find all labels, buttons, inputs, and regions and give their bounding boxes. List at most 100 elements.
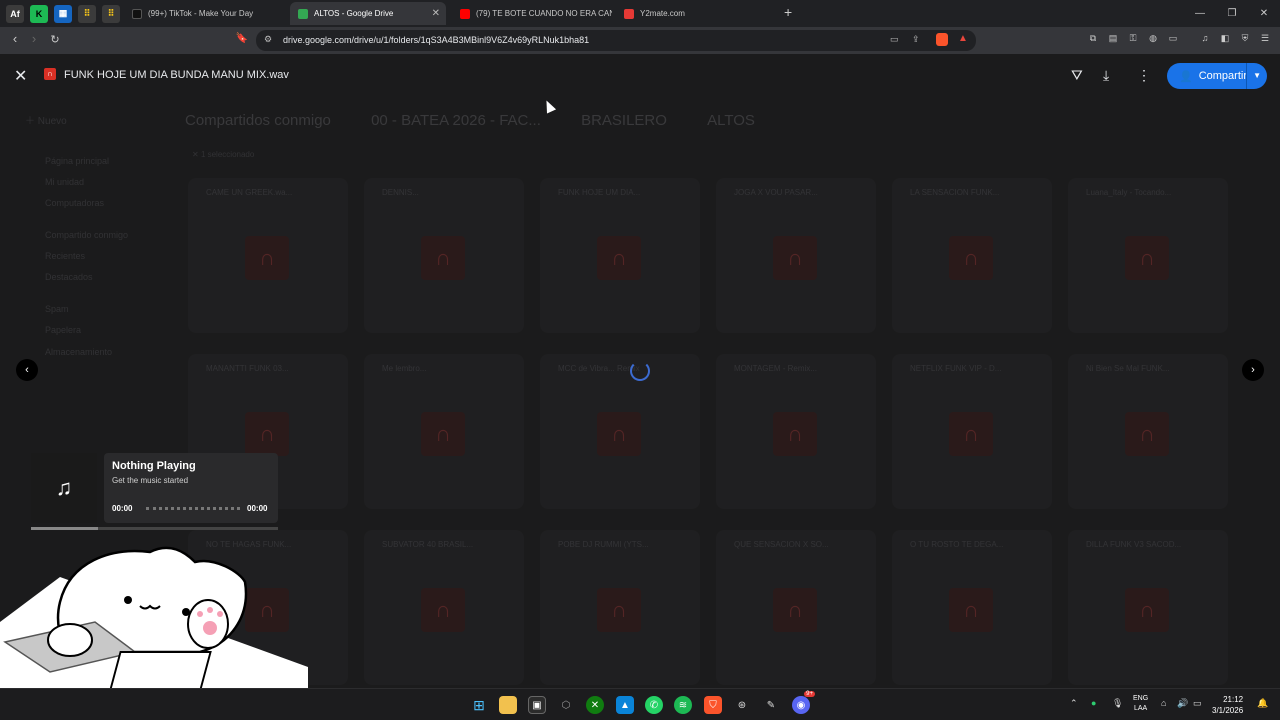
file-card: SUBVATOR 40 BRASIL... ∩ [364, 530, 524, 685]
headphones-icon: ∩ [245, 412, 289, 456]
screen-icon[interactable]: ▭ [1167, 33, 1179, 45]
site-info-icon[interactable]: ⚙ [264, 34, 272, 45]
back-icon[interactable]: ‹ [5, 31, 25, 46]
share-page-icon[interactable]: ⇪ [912, 34, 920, 45]
brave-icon[interactable]: ⛉ [704, 696, 722, 714]
maximize-icon[interactable]: ❐ [1216, 0, 1248, 27]
pinned-tab-ae[interactable]: Af [6, 4, 24, 23]
more-options-icon[interactable]: ⋮ [1137, 67, 1151, 84]
tray-chevron-icon[interactable]: ⌃ [1070, 698, 1078, 709]
bookmark-icon[interactable]: 🔖 [232, 33, 252, 44]
window-close-icon[interactable]: ✕ [1248, 0, 1280, 27]
new-tab-button[interactable]: + [784, 4, 792, 20]
file-card: QUE SENSACION X SO... ∩ [716, 530, 876, 685]
tab-google-drive[interactable]: ALTOS - Google Drive ✕ [290, 2, 446, 25]
whatsapp-icon[interactable]: ✆ [645, 696, 663, 714]
close-tab-icon[interactable]: ✕ [432, 8, 440, 19]
menu-icon[interactable]: ☰ [1259, 33, 1271, 45]
store-icon[interactable]: ▣ [528, 696, 546, 714]
reload-icon[interactable]: ↻ [45, 33, 65, 46]
previous-file-icon[interactable]: ‹ [16, 359, 38, 381]
discord-icon[interactable]: ◉ 9+ [792, 691, 815, 714]
next-file-icon[interactable]: › [1242, 359, 1264, 381]
file-card: FUNK HOJE UM DIA... ∩ [540, 178, 700, 333]
media-icon[interactable]: ♫ [1199, 33, 1211, 45]
music-widget-panel: Nothing Playing Get the music started 00… [104, 453, 278, 523]
chevron-down-icon[interactable]: ▼ [1253, 71, 1261, 80]
brave-rewards-icon[interactable]: ▲ [958, 33, 968, 44]
extensions-icon[interactable]: ⧉ [1087, 33, 1099, 45]
network-icon[interactable]: ⌂ [1161, 698, 1166, 708]
system-clock[interactable]: 21:12 3/1/2026 [1212, 694, 1243, 716]
file-card-name: MCC de Vibra... Remix [558, 364, 640, 373]
file-card-name: JOGA X VOU PASAR... [734, 188, 818, 197]
cast-icon[interactable]: ▭ [890, 34, 899, 45]
tray-status-icon[interactable]: ● [1091, 698, 1096, 708]
add-to-drive-icon[interactable]: ⛛ [1071, 67, 1083, 84]
tab-y2mate[interactable]: Y2mate.com [616, 2, 780, 25]
share-button[interactable]: 👤 Compartir ▼ [1167, 63, 1267, 89]
file-card: NETFLIX FUNK VIP - D... ∩ [892, 354, 1052, 509]
windows-start-icon[interactable]: ⊞ [470, 696, 488, 714]
tiktok-icon [132, 8, 142, 19]
tab-label: ALTOS - Google Drive [314, 9, 394, 18]
file-card-name: DILLA FUNK V3 SACOD... [1086, 540, 1182, 549]
vpn-icon[interactable]: ◍ [1147, 33, 1159, 45]
minimize-icon[interactable]: — [1184, 0, 1216, 27]
settings-icon[interactable]: ⬡ [557, 696, 575, 714]
volume-bar[interactable] [31, 527, 278, 530]
volume-icon[interactable]: 🔊 [1177, 698, 1188, 709]
file-card-name: LA SENSACION FUNK... [910, 188, 1000, 197]
tab-tiktok[interactable]: (99+) TikTok - Make Your Day [124, 2, 288, 25]
sidebar-item: Computadoras [45, 198, 105, 208]
headphones-icon: ∩ [1125, 236, 1169, 280]
share-split [1246, 63, 1247, 89]
forward-icon[interactable]: › [24, 31, 44, 46]
pinned-tabs: Af K ▦ ⠿ ⠿ [0, 4, 120, 23]
y2mate-icon [624, 8, 634, 19]
app-icon[interactable]: ⊛ [733, 696, 751, 714]
url-text[interactable]: drive.google.com/drive/u/1/folders/1qS3A… [283, 35, 589, 45]
brave-shields-icon[interactable] [936, 33, 948, 46]
file-card-name: QUE SENSACION X SO... [734, 540, 829, 549]
key-icon[interactable]: ⚿ [1127, 33, 1139, 45]
pinned-tab-k[interactable]: K [30, 4, 48, 23]
paw-pad [203, 621, 217, 635]
time-end: 00:00 [247, 504, 268, 513]
file-card-name: POBE DJ RUMMI (YTS... [558, 540, 649, 549]
shield-icon[interactable]: ⛨ [1239, 33, 1251, 45]
notifications-icon[interactable]: 🔔 [1257, 698, 1268, 709]
pinned-tab-dots-2[interactable]: ⠿ [102, 4, 120, 23]
file-explorer-icon[interactable] [499, 696, 517, 714]
spotify-icon[interactable]: ≋ [674, 696, 692, 714]
sidebar-icon[interactable]: ◧ [1219, 33, 1231, 45]
headphones-icon: ∩ [773, 412, 817, 456]
pinned-tab-grid[interactable]: ▦ [54, 4, 72, 23]
tab-youtube[interactable]: (79) TE BOTE CUANDO NO ERA CAN [452, 2, 612, 25]
cat-paw-left [47, 623, 93, 657]
file-card-name: Me lembro... [382, 364, 427, 373]
google-drive-icon [298, 8, 308, 19]
new-button-bg: ＋ Nuevo [25, 116, 67, 127]
language-indicator[interactable]: ENG LAA [1133, 694, 1148, 714]
file-card: Ni Bien Se Mal FUNK... ∩ [1068, 354, 1228, 509]
battery-icon[interactable]: ▭ [1193, 698, 1202, 709]
notification-badge: 9+ [804, 691, 815, 697]
headphones-icon: ∩ [1125, 588, 1169, 632]
file-card-name: DENNIS... [382, 188, 419, 197]
microphone-icon[interactable]: 🎙 [1112, 698, 1123, 709]
volume-bar-fill [31, 527, 98, 530]
download-icon[interactable]: ⤓ [1103, 67, 1109, 84]
address-bar[interactable]: ⚙ drive.google.com/drive/u/1/folders/1qS… [256, 30, 976, 51]
seek-bar[interactable] [146, 507, 240, 511]
file-card: Me lembro... ∩ [364, 354, 524, 509]
tab-label: (99+) TikTok - Make Your Day [148, 9, 254, 18]
wallet-icon[interactable]: ▤ [1107, 33, 1119, 45]
breadcrumb: Compartidos conmigo 00 - BATEA 2026 - FA… [185, 112, 755, 129]
headphones-icon: ∩ [421, 236, 465, 280]
close-preview-button[interactable]: ✕ [14, 66, 27, 86]
photos-icon[interactable]: ▲ [616, 696, 634, 714]
pinned-tab-dots[interactable]: ⠿ [78, 4, 96, 23]
pen-icon[interactable]: ✎ [762, 696, 780, 714]
xbox-icon[interactable]: ✕ [586, 696, 604, 714]
